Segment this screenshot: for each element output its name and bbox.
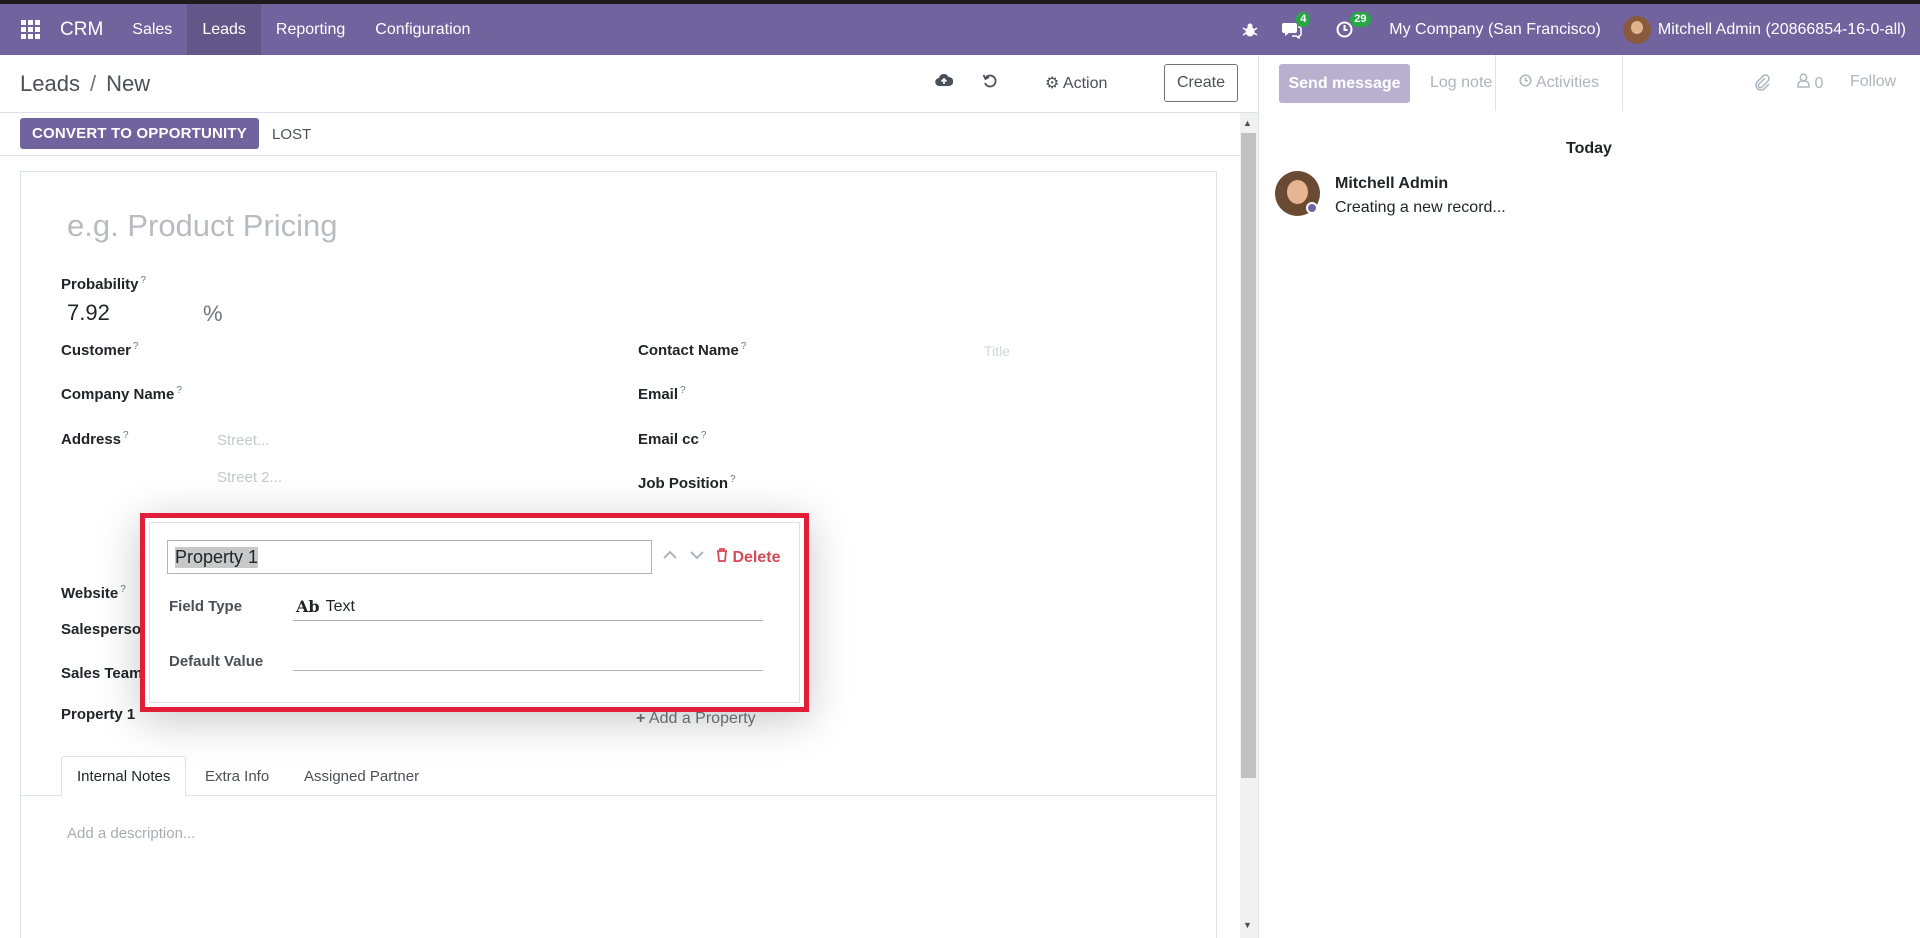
- menu-sales[interactable]: Sales: [117, 4, 187, 55]
- notebook-tabs: Internal Notes Extra Info Assigned Partn…: [21, 756, 1216, 797]
- message-author[interactable]: Mitchell Admin: [1335, 175, 1448, 193]
- property-name-input[interactable]: Property 1: [167, 540, 652, 574]
- add-property-button[interactable]: + Add a Property: [636, 710, 756, 728]
- attachment-paperclip-icon[interactable]: [1754, 73, 1770, 96]
- send-message-button[interactable]: Send message: [1279, 64, 1410, 103]
- probability-label: Probability?: [61, 275, 147, 293]
- company-name-label: Company Name?: [61, 385, 182, 403]
- gear-icon: ⚙: [1045, 75, 1060, 92]
- form-scrollbar-thumb[interactable]: [1241, 133, 1256, 778]
- activities-button[interactable]: Activities: [1495, 55, 1623, 111]
- default-value-label: Default Value: [169, 653, 264, 670]
- lock-person-icon: [1797, 73, 1814, 92]
- percent-sign: %: [203, 301, 223, 326]
- move-up-chevron-icon[interactable]: [663, 547, 677, 563]
- email-label: Email?: [638, 385, 686, 403]
- online-status-dot: [1306, 202, 1318, 214]
- trash-icon: [716, 548, 732, 566]
- description-editor[interactable]: Add a description...: [67, 825, 195, 842]
- property-definition-popover: Property 1 Delete Field Type Ab Text Def…: [140, 513, 809, 712]
- property-1-label: Property 1: [61, 706, 136, 723]
- action-menu[interactable]: ⚙ Action: [1045, 73, 1107, 93]
- lost-button[interactable]: LOST: [272, 126, 311, 143]
- app-brand[interactable]: CRM: [60, 19, 103, 41]
- text-type-icon: Ab: [296, 597, 320, 616]
- menu-leads[interactable]: Leads: [187, 4, 261, 55]
- action-label: Action: [1062, 75, 1108, 92]
- lead-title-input[interactable]: e.g. Product Pricing: [67, 208, 338, 244]
- convert-to-opportunity-button[interactable]: CONVERT TO OPPORTUNITY: [20, 118, 259, 149]
- create-button[interactable]: Create: [1164, 64, 1238, 102]
- discard-undo-icon[interactable]: [982, 73, 998, 94]
- form-statusbar: CONVERT TO OPPORTUNITY LOST: [0, 113, 1240, 156]
- menu-configuration[interactable]: Configuration: [360, 4, 485, 55]
- field-type-label: Field Type: [169, 598, 243, 615]
- log-note-button[interactable]: Log note: [1430, 74, 1492, 92]
- tab-extra-info[interactable]: Extra Info: [190, 756, 284, 796]
- save-cloud-icon[interactable]: [935, 73, 954, 92]
- user-avatar: [1622, 15, 1651, 44]
- delete-property-button[interactable]: Delete: [716, 548, 780, 567]
- sales-team-label: Sales Team: [61, 665, 143, 682]
- company-switcher[interactable]: My Company (San Francisco): [1389, 21, 1601, 39]
- debug-bug-icon[interactable]: [1242, 22, 1258, 38]
- contact-title-input[interactable]: Title: [984, 343, 1010, 359]
- plus-icon: +: [636, 710, 646, 727]
- move-down-chevron-icon[interactable]: [690, 547, 704, 563]
- street2-input[interactable]: Street 2...: [217, 469, 282, 486]
- main-navbar: CRM Sales Leads Reporting Configuration …: [0, 4, 1920, 55]
- field-type-value: Text: [325, 597, 355, 615]
- messages-count-badge: 4: [1296, 11, 1311, 27]
- breadcrumb-leads-link[interactable]: Leads: [20, 71, 80, 96]
- app-menu-icon[interactable]: [0, 4, 60, 55]
- control-panel: Leads / New ⚙ Action Create: [0, 55, 1258, 113]
- popover-body: Property 1 Delete Field Type Ab Text Def…: [149, 522, 800, 703]
- default-value-input[interactable]: [293, 643, 763, 671]
- follow-button[interactable]: Follow: [1850, 73, 1896, 91]
- email-cc-label: Email cc?: [638, 430, 707, 448]
- scroll-down-arrow-icon[interactable]: ▼: [1243, 920, 1252, 930]
- activities-clock-icon[interactable]: 29: [1336, 12, 1371, 38]
- tab-internal-notes[interactable]: Internal Notes: [61, 756, 187, 797]
- user-name: Mitchell Admin (20866854-16-0-all): [1657, 20, 1906, 38]
- contact-name-label: Contact Name?: [638, 341, 747, 359]
- clock-icon: [1519, 74, 1532, 92]
- date-separator: Today: [1566, 140, 1612, 157]
- user-menu[interactable]: Mitchell Admin (20866854-16-0-all): [1622, 15, 1906, 44]
- probability-input[interactable]: 7.92: [67, 300, 110, 326]
- scroll-up-arrow-icon[interactable]: ▲: [1243, 118, 1252, 128]
- salesperson-label: Salesperson: [61, 621, 151, 638]
- menu-reporting[interactable]: Reporting: [261, 4, 360, 55]
- website-label: Website?: [61, 584, 126, 602]
- job-position-label: Job Position?: [638, 474, 736, 492]
- followers-button[interactable]: 0: [1797, 73, 1823, 93]
- field-type-select[interactable]: Ab Text: [293, 593, 763, 621]
- chatter-panel: Send message Log note Activities 0 Follo…: [1258, 55, 1920, 938]
- tab-assigned-partner[interactable]: Assigned Partner: [289, 756, 434, 796]
- street-input[interactable]: Street...: [217, 432, 270, 449]
- customer-label: Customer?: [61, 341, 139, 359]
- activities-count-badge: 29: [1350, 12, 1371, 27]
- breadcrumb: Leads / New: [20, 71, 151, 96]
- breadcrumb-current: New: [106, 71, 151, 96]
- messages-icon[interactable]: 4: [1282, 11, 1311, 39]
- address-label: Address?: [61, 430, 129, 448]
- message-body: Creating a new record...: [1335, 199, 1506, 216]
